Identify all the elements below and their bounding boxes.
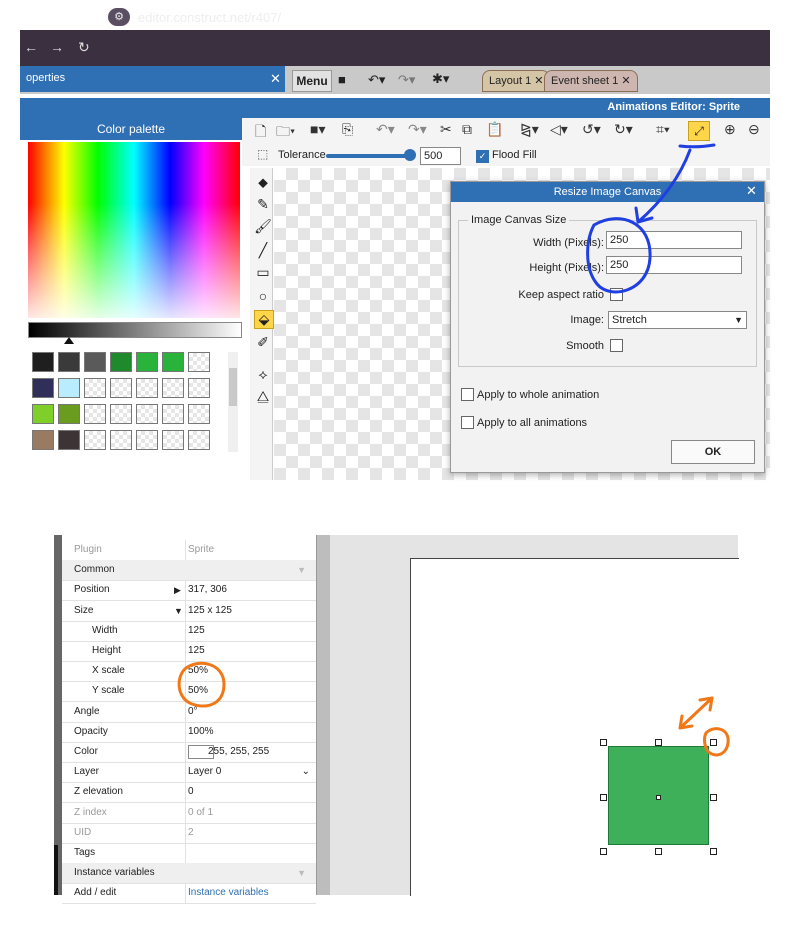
orange-circle-scale (177, 661, 226, 708)
blue-arrow (634, 148, 692, 224)
orange-double-arrow (678, 696, 714, 730)
orange-circle-handle (703, 727, 730, 757)
blue-underline (678, 143, 716, 149)
hand-drawn-annotations (177, 143, 730, 757)
blue-circle (586, 217, 652, 294)
